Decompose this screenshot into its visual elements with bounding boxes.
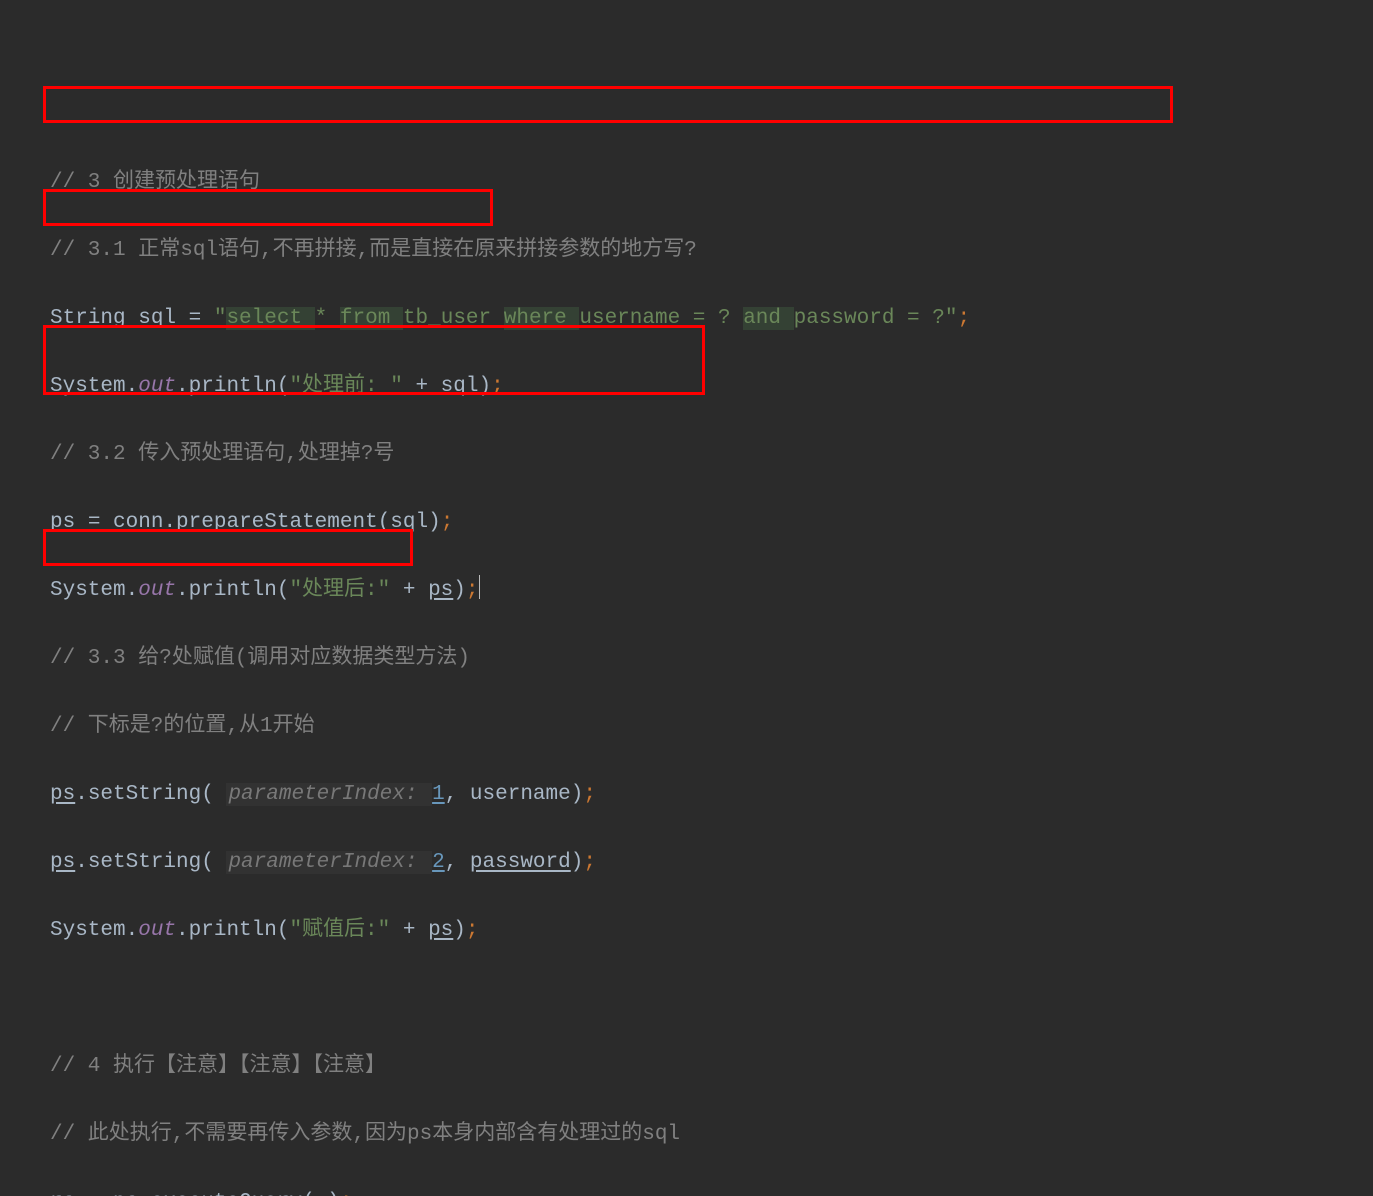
string-literal: "处理后:" — [289, 579, 390, 602]
method-call: .executeQuery( ) — [138, 1191, 340, 1196]
string-literal: "处理前: " — [289, 375, 402, 398]
sql-select: select — [226, 307, 314, 330]
out-field: out — [138, 919, 176, 942]
out-field: out — [138, 375, 176, 398]
var-ps: ps — [428, 919, 453, 942]
blank-line — [50, 982, 1323, 1016]
code-line[interactable]: System.out.println("处理前: " + sql); — [50, 370, 1323, 404]
semicolon: ; — [441, 511, 454, 534]
semicolon: ; — [340, 1191, 353, 1196]
code-line-comment: // 4 执行【注意】【注意】【注意】 — [50, 1050, 1323, 1084]
code-line[interactable]: System.out.println("处理后:" + ps); — [50, 574, 1323, 608]
code-line-comment: // 3.3 给?处赋值(调用对应数据类型方法) — [50, 642, 1323, 676]
equals: = — [176, 307, 214, 330]
close-paren: ) — [571, 851, 584, 874]
out-field: out — [138, 579, 176, 602]
string-quote: " — [945, 307, 958, 330]
var-conn: conn — [113, 511, 163, 534]
equals: = — [75, 511, 113, 534]
code-line[interactable]: System.out.println("赋值后:" + ps); — [50, 914, 1323, 948]
code-line-comment: // 3.2 传入预处理语句,处理掉?号 — [50, 438, 1323, 472]
sql-from: from — [340, 307, 403, 330]
println-call: .println( — [176, 919, 289, 942]
system-call: System. — [50, 579, 138, 602]
var-ps: ps — [50, 851, 75, 874]
highlight-box — [43, 86, 1173, 123]
code-line-comment: // 此处执行,不需要再传入参数,因为ps本身内部含有处理过的sql — [50, 1118, 1323, 1152]
plus-op: + — [390, 919, 428, 942]
sql-and: and — [743, 307, 793, 330]
concat-expr: + sql) — [403, 375, 491, 398]
semicolon: ; — [491, 375, 504, 398]
sql-star: * — [315, 307, 340, 330]
plus-op: + — [390, 579, 428, 602]
var-sql: sql — [138, 307, 176, 330]
println-call: .println( — [176, 579, 289, 602]
number-literal: 1 — [432, 783, 445, 806]
string-literal: "赋值后:" — [289, 919, 390, 942]
code-line-comment: // 下标是?的位置,从1开始 — [50, 710, 1323, 744]
semicolon: ; — [583, 851, 596, 874]
comment-text: // 3 创建预处理语句 — [50, 171, 260, 194]
semicolon: ; — [466, 579, 479, 602]
system-call: System. — [50, 919, 138, 942]
comment-text: // 3.1 正常sql语句,不再拼接,而是直接在原来拼接参数的地方写? — [50, 239, 697, 262]
number-literal: 2 — [432, 851, 445, 874]
text-cursor — [479, 575, 480, 599]
sql-col2: password = ? — [794, 307, 945, 330]
parameter-hint: parameterIndex: — [226, 783, 432, 806]
sql-where: where — [504, 307, 580, 330]
parameter-hint: parameterIndex: — [226, 851, 432, 874]
var-ps: ps — [113, 1191, 138, 1196]
method-call: .prepareStatement(sql) — [163, 511, 440, 534]
comment-text: // 下标是?的位置,从1开始 — [50, 715, 315, 738]
sql-col1: username = ? — [579, 307, 743, 330]
code-line[interactable]: ps = conn.prepareStatement(sql); — [50, 506, 1323, 540]
system-call: System. — [50, 375, 138, 398]
code-line[interactable]: String sql = "select * from tb_user wher… — [50, 302, 1323, 336]
semicolon: ; — [957, 307, 970, 330]
semicolon: ; — [466, 919, 479, 942]
sql-table: tb_user — [403, 307, 504, 330]
method-call: .setString( — [75, 783, 226, 806]
var-ps: ps — [50, 511, 75, 534]
comment-text: // 3.2 传入预处理语句,处理掉?号 — [50, 443, 394, 466]
close-paren: ) — [453, 919, 466, 942]
comment-text: // 此处执行,不需要再传入参数,因为ps本身内部含有处理过的sql — [50, 1123, 680, 1146]
equals: = — [75, 1191, 113, 1196]
comment-text: // 3.3 给?处赋值(调用对应数据类型方法) — [50, 647, 470, 670]
semicolon: ; — [583, 783, 596, 806]
var-ps: ps — [428, 579, 453, 602]
code-line-comment: // 3 创建预处理语句 — [50, 166, 1323, 200]
close-paren: ) — [453, 579, 466, 602]
comma-sep: , — [445, 851, 470, 874]
comment-text: // 4 执行【注意】【注意】【注意】 — [50, 1055, 386, 1078]
println-call: .println( — [176, 375, 289, 398]
method-call: .setString( — [75, 851, 226, 874]
code-line[interactable]: rs = ps.executeQuery( ); — [50, 1186, 1323, 1196]
code-line-comment: // 3.1 正常sql语句,不再拼接,而是直接在原来拼接参数的地方写? — [50, 234, 1323, 268]
type-keyword: String — [50, 307, 138, 330]
string-quote: " — [214, 307, 227, 330]
code-line[interactable]: ps.setString( parameterIndex: 1, usernam… — [50, 778, 1323, 812]
var-ps: ps — [50, 783, 75, 806]
var-password: password — [470, 851, 571, 874]
args-rest: , username) — [445, 783, 584, 806]
code-line[interactable]: ps.setString( parameterIndex: 2, passwor… — [50, 846, 1323, 880]
var-rs: rs — [50, 1191, 75, 1196]
